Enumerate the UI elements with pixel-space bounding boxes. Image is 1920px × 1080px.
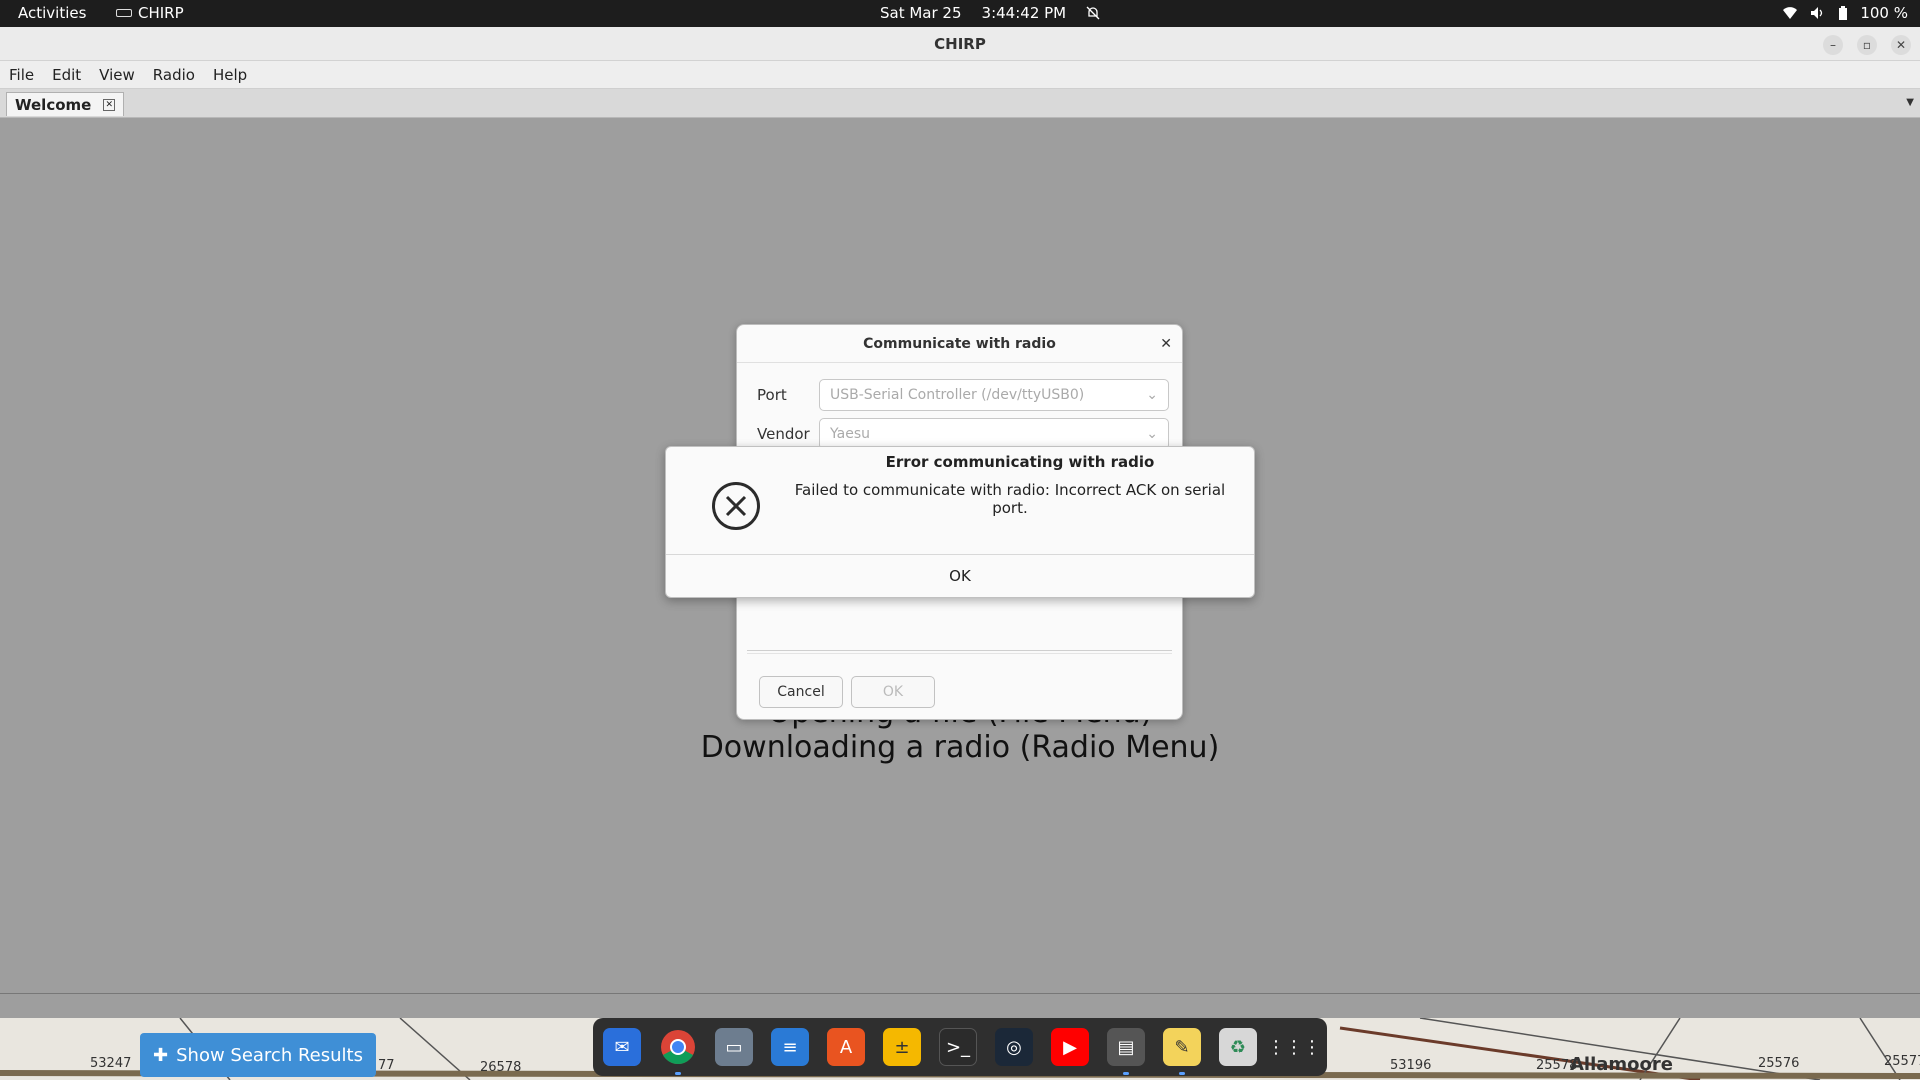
app-menu-label: CHIRP bbox=[138, 4, 184, 22]
activities-button[interactable]: Activities bbox=[18, 4, 86, 22]
battery-percent: 100 % bbox=[1860, 4, 1908, 22]
port-row: Port USB-Serial Controller (/dev/ttyUSB0… bbox=[747, 379, 1169, 411]
apps-grid-icon[interactable]: ⋮⋮⋮ bbox=[1267, 1028, 1321, 1066]
map-label: 53247 bbox=[90, 1056, 132, 1071]
text-editor-icon[interactable]: ✎ bbox=[1163, 1028, 1201, 1075]
error-icon bbox=[712, 482, 760, 530]
error-title: Error communicating with radio bbox=[885, 453, 1155, 471]
vendor-label: Vendor bbox=[757, 425, 810, 443]
chirp-app-icon bbox=[116, 9, 132, 17]
communicate-dialog-header: Communicate with radio ✕ bbox=[737, 325, 1182, 363]
welcome-line-download: Downloading a radio (Radio Menu) bbox=[700, 730, 1220, 765]
tab-bar: Welcome ✕ ▼ bbox=[0, 89, 1920, 118]
terminal-icon[interactable]: >_ bbox=[939, 1028, 977, 1066]
menu-file[interactable]: File bbox=[0, 66, 43, 84]
minimize-button[interactable]: – bbox=[1823, 35, 1843, 55]
tab-close-icon[interactable]: ✕ bbox=[103, 98, 116, 111]
close-icon[interactable]: ✕ bbox=[1160, 325, 1172, 363]
youtube-icon[interactable]: ▶ bbox=[1051, 1028, 1089, 1066]
cancel-button[interactable]: Cancel bbox=[759, 676, 843, 708]
progress-bar bbox=[747, 650, 1172, 654]
map-label: 25576 bbox=[1758, 1056, 1800, 1071]
maximize-button[interactable]: ▫ bbox=[1857, 35, 1877, 55]
map-label: 53196 bbox=[1390, 1058, 1432, 1073]
volume-icon bbox=[1811, 7, 1823, 19]
menubar: File Edit View Radio Help bbox=[0, 61, 1920, 89]
plus-icon: ✚ bbox=[153, 1044, 169, 1066]
close-window-button[interactable]: ✕ bbox=[1891, 35, 1911, 55]
menu-edit[interactable]: Edit bbox=[43, 66, 90, 84]
menu-view[interactable]: View bbox=[90, 66, 144, 84]
files-icon[interactable]: ▭ bbox=[715, 1028, 753, 1066]
error-ok-button[interactable]: OK bbox=[666, 555, 1254, 598]
map-label: 25577 bbox=[1884, 1054, 1920, 1069]
window-titlebar[interactable]: CHIRP – ▫ ✕ bbox=[0, 27, 1920, 61]
menu-help[interactable]: Help bbox=[204, 66, 256, 84]
show-search-results-label: Show Search Results bbox=[176, 1044, 363, 1066]
communicate-dialog-title: Communicate with radio bbox=[863, 336, 1056, 352]
tab-list-dropdown-icon[interactable]: ▼ bbox=[1906, 97, 1914, 108]
map-label: 77 bbox=[378, 1058, 395, 1073]
window-title: CHIRP bbox=[934, 35, 986, 53]
writer-icon[interactable]: ≡ bbox=[771, 1028, 809, 1066]
show-search-results-button[interactable]: ✚ Show Search Results bbox=[140, 1033, 376, 1077]
notifications-muted-icon bbox=[1086, 6, 1100, 20]
tab-welcome[interactable]: Welcome ✕ bbox=[6, 92, 125, 116]
vendor-select-value: Yaesu bbox=[830, 426, 870, 442]
wifi-icon bbox=[1783, 7, 1798, 19]
menu-radio[interactable]: Radio bbox=[144, 66, 204, 84]
ok-button-disabled[interactable]: OK bbox=[851, 676, 935, 708]
chrome-icon[interactable] bbox=[659, 1028, 697, 1075]
map-label: 26578 bbox=[480, 1060, 522, 1075]
steam-icon[interactable]: ◎ bbox=[995, 1028, 1033, 1066]
calc-icon[interactable]: ± bbox=[883, 1028, 921, 1066]
error-message: Failed to communicate with radio: Incorr… bbox=[794, 481, 1226, 517]
dock: ✉ ▭ ≡ A ± >_ ◎ ▶ ▤ ✎ ♻ ⋮⋮⋮ bbox=[593, 1018, 1327, 1076]
app-menu[interactable]: CHIRP bbox=[116, 4, 184, 22]
clock[interactable]: Sat Mar 25 3:44:42 PM bbox=[880, 4, 1100, 22]
clock-time: 3:44:42 PM bbox=[981, 4, 1067, 22]
battery-icon bbox=[1839, 5, 1848, 20]
chevron-down-icon: ⌄ bbox=[1146, 387, 1158, 403]
tab-welcome-label: Welcome bbox=[15, 95, 92, 114]
port-label: Port bbox=[757, 386, 787, 404]
app-center-icon[interactable]: A bbox=[827, 1028, 865, 1066]
chevron-down-icon: ⌄ bbox=[1146, 426, 1158, 442]
chirp-icon[interactable]: ▤ bbox=[1107, 1028, 1145, 1075]
clock-date: Sat Mar 25 bbox=[880, 4, 962, 22]
thunderbird-icon[interactable]: ✉ bbox=[603, 1028, 641, 1066]
map-label: Allamoore bbox=[1570, 1054, 1673, 1075]
port-select[interactable]: USB-Serial Controller (/dev/ttyUSB0) ⌄ bbox=[819, 379, 1169, 411]
error-dialog: Error communicating with radio Failed to… bbox=[665, 446, 1255, 598]
system-tray[interactable]: 100 % bbox=[1782, 4, 1908, 22]
port-select-value: USB-Serial Controller (/dev/ttyUSB0) bbox=[830, 387, 1085, 403]
trash-icon[interactable]: ♻ bbox=[1219, 1028, 1257, 1066]
system-top-bar: Activities CHIRP Sat Mar 25 3:44:42 PM 1… bbox=[0, 0, 1920, 27]
